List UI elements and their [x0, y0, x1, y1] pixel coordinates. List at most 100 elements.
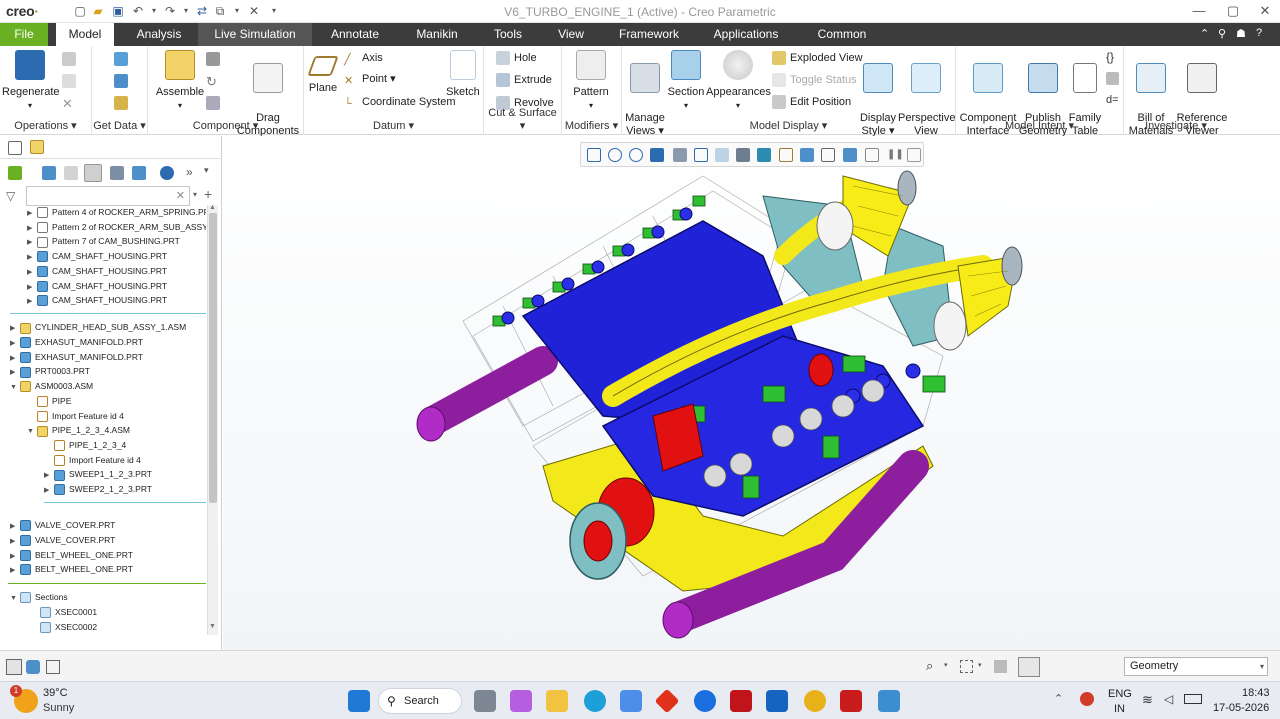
parameters-icon[interactable]	[1106, 72, 1119, 85]
group-label-component[interactable]: Component	[193, 120, 250, 132]
assemble-button[interactable]: Assemble ▾	[152, 50, 208, 112]
repeat-icon[interactable]: ↻	[206, 74, 217, 90]
speaker-icon[interactable]: ◁	[1164, 692, 1173, 706]
user-defined-feature-icon[interactable]	[114, 52, 128, 66]
clock-date[interactable]: 17-05-2026	[1213, 702, 1269, 714]
tree-scrollbar-thumb[interactable]	[209, 213, 217, 503]
group-label-investigate[interactable]: Investigate	[1145, 120, 1198, 132]
show-icon[interactable]	[84, 164, 102, 182]
copy-icon[interactable]	[62, 52, 76, 66]
delete-icon[interactable]: ✕	[62, 96, 73, 112]
help-app-icon[interactable]	[694, 690, 716, 712]
extrude-button[interactable]: Extrude	[496, 71, 552, 89]
tree-item[interactable]: ▶ EXHASUT_MANIFOLD.PRT	[10, 335, 143, 350]
appearance-toolbar-icon[interactable]	[907, 148, 921, 162]
group-label-model-display[interactable]: Model Display	[750, 120, 819, 132]
tree-item[interactable]: ▶ Pattern 4 of ROCKER_ARM_SPRING.PRT	[27, 205, 206, 220]
tab-analysis[interactable]: Analysis	[128, 23, 190, 46]
tree-columns-icon[interactable]	[42, 166, 56, 180]
view-manager-icon[interactable]	[715, 148, 729, 162]
highlight-icon[interactable]	[160, 166, 174, 180]
tree-item[interactable]: ▶ PRT0003.PRT	[10, 364, 90, 379]
close-button[interactable]: ✕	[1252, 2, 1278, 20]
tree-item[interactable]: Import Feature id 4	[27, 409, 124, 424]
exploded-view-button[interactable]: Exploded View	[772, 49, 863, 67]
pause-icon[interactable]: ❚❚	[887, 148, 904, 162]
tree-item[interactable]: ▶ CAM_SHAFT_HOUSING.PRT	[27, 279, 167, 294]
mcafee-tray-icon[interactable]	[1080, 692, 1094, 706]
taskbar-search[interactable]: ⚲ Search	[378, 688, 462, 714]
tree-item[interactable]: ▶ VALVE_COVER.PRT	[10, 533, 115, 548]
scroll-down-icon[interactable]: ▼	[209, 623, 216, 630]
selected-items-icon[interactable]	[1018, 657, 1040, 677]
tree-item[interactable]: ▶ CAM_SHAFT_HOUSING.PRT	[27, 293, 167, 308]
tab-file[interactable]: File	[0, 23, 48, 46]
microsoft-store-icon[interactable]	[620, 690, 642, 712]
appearances-button[interactable]: Appearances ▾	[706, 50, 771, 112]
binoculars-find-icon[interactable]: ⌕	[926, 658, 933, 674]
switch-dimensions-icon[interactable]: d=	[1106, 94, 1119, 106]
tree-item[interactable]: ▶ CAM_SHAFT_HOUSING.PRT	[27, 249, 167, 264]
collapse-arrow-icon[interactable]: ▼	[27, 424, 37, 439]
group-label-modifiers[interactable]: Modifiers	[565, 120, 610, 132]
task-view-icon[interactable]	[474, 690, 496, 712]
tree-item[interactable]: ▶ Pattern 7 of CAM_BUSHING.PRT	[27, 234, 180, 249]
section-button[interactable]: Section ▾	[666, 50, 706, 112]
expand-arrow-icon[interactable]: ▶	[44, 483, 54, 498]
clock-time[interactable]: 18:43	[1242, 687, 1270, 699]
tab-annotate[interactable]: Annotate	[322, 23, 388, 46]
tree-scrollbar[interactable]: ▲ ▼	[207, 204, 218, 635]
coordinate-system-button[interactable]: └ Coordinate System	[344, 93, 456, 111]
add-filter-icon[interactable]: +	[204, 186, 212, 202]
creo-taskbar-icon[interactable]	[878, 690, 900, 712]
expand-arrow-icon[interactable]: ▶	[10, 563, 20, 578]
plane-button[interactable]: Plane	[306, 50, 340, 95]
model-tree-tab-icon[interactable]	[8, 141, 22, 155]
saved-orientations-icon[interactable]	[736, 148, 750, 162]
tree-item[interactable]: ▶ EXHASUT_MANIFOLD.PRT	[10, 350, 143, 365]
group-label-cut-surface[interactable]: Cut & Surface	[488, 107, 556, 119]
show-navigator-icon[interactable]	[6, 659, 22, 675]
tree-filters-icon[interactable]	[64, 166, 78, 180]
sketch-button[interactable]: Sketch	[444, 50, 482, 99]
help-icon[interactable]: ?	[1256, 27, 1262, 39]
weather-sun-icon[interactable]: 1	[10, 685, 38, 713]
tree-item[interactable]: ▶ CYLINDER_HEAD_SUB_ASSY_1.ASM	[10, 320, 186, 335]
tree-search-input[interactable]: ✕	[26, 186, 190, 206]
tree-item[interactable]: ▼ PIPE_1_2_3_4.ASM	[27, 423, 130, 438]
regenerate-button[interactable]: Regenerate ▾	[2, 50, 60, 112]
section-item[interactable]: XSEC0001	[30, 605, 97, 620]
filter-dropdown-icon[interactable]: ▾	[193, 190, 197, 199]
model-tree-settings-icon[interactable]	[8, 166, 22, 180]
collapse-arrow-icon[interactable]: ▼	[10, 380, 20, 395]
find-dropdown-icon[interactable]: ▾	[944, 661, 948, 669]
selection-filter-dropdown[interactable]: Geometry ▾	[1124, 657, 1268, 676]
collapse-ribbon-icon[interactable]: ⌃	[1200, 27, 1209, 40]
tree-item[interactable]: ▼ ASM0003.ASM	[10, 379, 93, 394]
tree-item[interactable]: ▶ Pattern 2 of ROCKER_ARM_SUB_ASSY_	[27, 220, 206, 235]
group-label-model-intent[interactable]: Model Intent	[1005, 120, 1066, 132]
tab-tools[interactable]: Tools	[486, 23, 530, 46]
shrinkwrap-icon[interactable]	[114, 96, 128, 110]
named-views-icon[interactable]	[694, 148, 708, 162]
edit-position-button[interactable]: Edit Position	[772, 93, 851, 111]
battery-icon[interactable]	[1184, 694, 1202, 704]
tree-item[interactable]: ▶ BELT_WHEEL_ONE.PRT	[10, 562, 133, 577]
measure-icon[interactable]	[865, 148, 879, 162]
solidworks-icon[interactable]	[840, 690, 862, 712]
wifi-icon[interactable]: ≋	[1142, 692, 1153, 708]
graduation-cap-icon[interactable]: ☗	[1236, 27, 1246, 40]
refit-icon[interactable]	[587, 148, 601, 162]
copilot-icon[interactable]	[510, 690, 532, 712]
repaint-icon[interactable]	[650, 148, 664, 162]
search-icon[interactable]: ⚲	[1218, 27, 1226, 40]
tree-item[interactable]: ▶ BELT_WHEEL_ONE.PRT	[10, 548, 133, 563]
collapse-arrow-icon[interactable]: ▼	[10, 591, 20, 606]
annotation-display-icon[interactable]	[800, 148, 814, 162]
layer-tree-tab-icon[interactable]	[30, 140, 44, 154]
language-indicator[interactable]: ENG	[1108, 688, 1132, 700]
edge-browser-icon[interactable]	[584, 690, 606, 712]
scroll-up-icon[interactable]: ▲	[209, 204, 216, 211]
maximize-button[interactable]: ▢	[1220, 2, 1246, 20]
group-label-get-data[interactable]: Get Data	[93, 120, 137, 132]
